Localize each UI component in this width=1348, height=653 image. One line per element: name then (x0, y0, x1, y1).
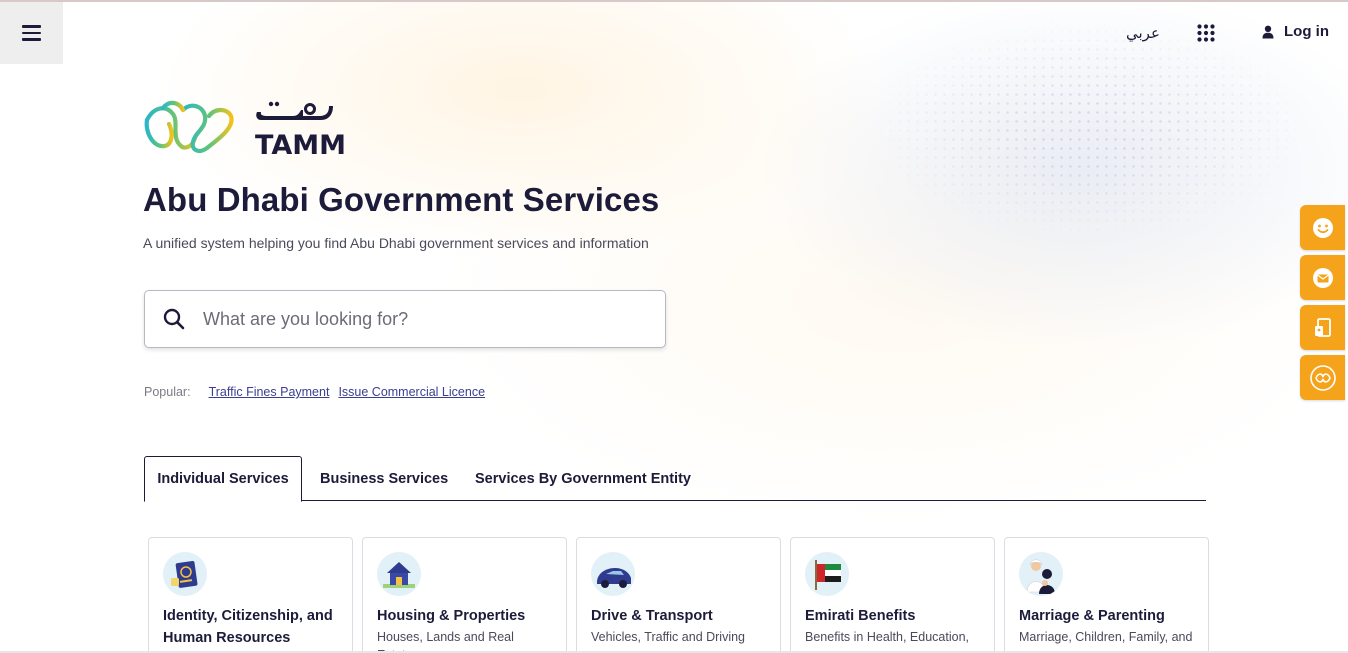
messages-button[interactable] (1300, 255, 1345, 300)
documents-button[interactable] (1300, 305, 1345, 350)
page-subtitle: A unified system helping you find Abu Dh… (143, 235, 649, 251)
card-description: Benefits in Health, Education, (805, 630, 969, 644)
popular-label: Popular: (144, 385, 191, 399)
tab-individual-services[interactable]: Individual Services (144, 456, 302, 502)
card-title: Marriage & Parenting (1019, 608, 1165, 624)
card-description: Vehicles, Traffic and Driving (591, 630, 746, 644)
tamm-emblem-icon (1309, 364, 1336, 391)
popular-link-commercial-licence[interactable]: Issue Commercial Licence (338, 385, 485, 399)
side-toolbar (1300, 205, 1345, 400)
popular-link-traffic-fines[interactable]: Traffic Fines Payment (209, 385, 330, 399)
mail-icon (1312, 267, 1333, 288)
search-icon (163, 308, 185, 330)
document-icon (1314, 317, 1331, 337)
search-box[interactable] (144, 290, 666, 348)
card-identity-citizenship[interactable]: Identity, Citizenship, and Human Resourc… (148, 537, 353, 653)
search-input[interactable] (203, 308, 643, 330)
menu-icon (22, 25, 41, 41)
uae-flag-icon (805, 552, 849, 596)
card-title: Drive & Transport (591, 608, 713, 624)
card-description: Marriage, Children, Family, and (1019, 630, 1193, 644)
hamburger-menu-button[interactable] (0, 2, 63, 64)
tamm-logo[interactable]: TAMM (143, 98, 355, 158)
card-title: Emirati Benefits (805, 608, 916, 624)
family-icon (1019, 552, 1063, 596)
top-border (0, 0, 1348, 2)
login-button[interactable]: Log in (1262, 23, 1329, 40)
popular-searches: Popular: Traffic Fines Payment Issue Com… (144, 385, 485, 399)
tamm-logo-text: TAMM (255, 130, 346, 158)
card-emirati-benefits[interactable]: Emirati Benefits Benefits in Health, Edu… (790, 537, 995, 653)
card-drive-transport[interactable]: Drive & Transport Vehicles, Traffic and … (576, 537, 781, 653)
card-housing-properties[interactable]: Housing & Properties Houses, Lands and R… (362, 537, 567, 653)
tab-business-services[interactable]: Business Services (320, 456, 448, 501)
tamm-emblem (144, 100, 234, 153)
dotted-wave-decoration (760, 0, 1348, 380)
car-icon (591, 552, 635, 596)
user-icon (1262, 25, 1274, 38)
house-icon (377, 552, 421, 596)
card-title: Identity, Citizenship, and Human Resourc… (163, 608, 333, 646)
login-label: Log in (1284, 23, 1329, 40)
service-cards: Identity, Citizenship, and Human Resourc… (148, 537, 1209, 653)
feedback-smiley-icon (1312, 217, 1333, 238)
tamm-wordmark (256, 101, 333, 120)
apps-grid-icon[interactable] (1197, 24, 1215, 42)
feedback-button[interactable] (1300, 205, 1345, 250)
card-description: Houses, Lands and Real Estate (377, 630, 514, 653)
language-toggle[interactable]: عربي (1126, 24, 1160, 42)
page-title: Abu Dhabi Government Services (143, 181, 660, 218)
service-tabs: Individual Services Business Services Se… (144, 456, 1206, 502)
card-marriage-parenting[interactable]: Marriage & Parenting Marriage, Children,… (1004, 537, 1209, 653)
card-title: Housing & Properties (377, 608, 526, 624)
tamm-emblem-button[interactable] (1300, 355, 1345, 400)
tab-government-entity[interactable]: Services By Government Entity (475, 456, 691, 501)
passport-icon (163, 552, 207, 596)
